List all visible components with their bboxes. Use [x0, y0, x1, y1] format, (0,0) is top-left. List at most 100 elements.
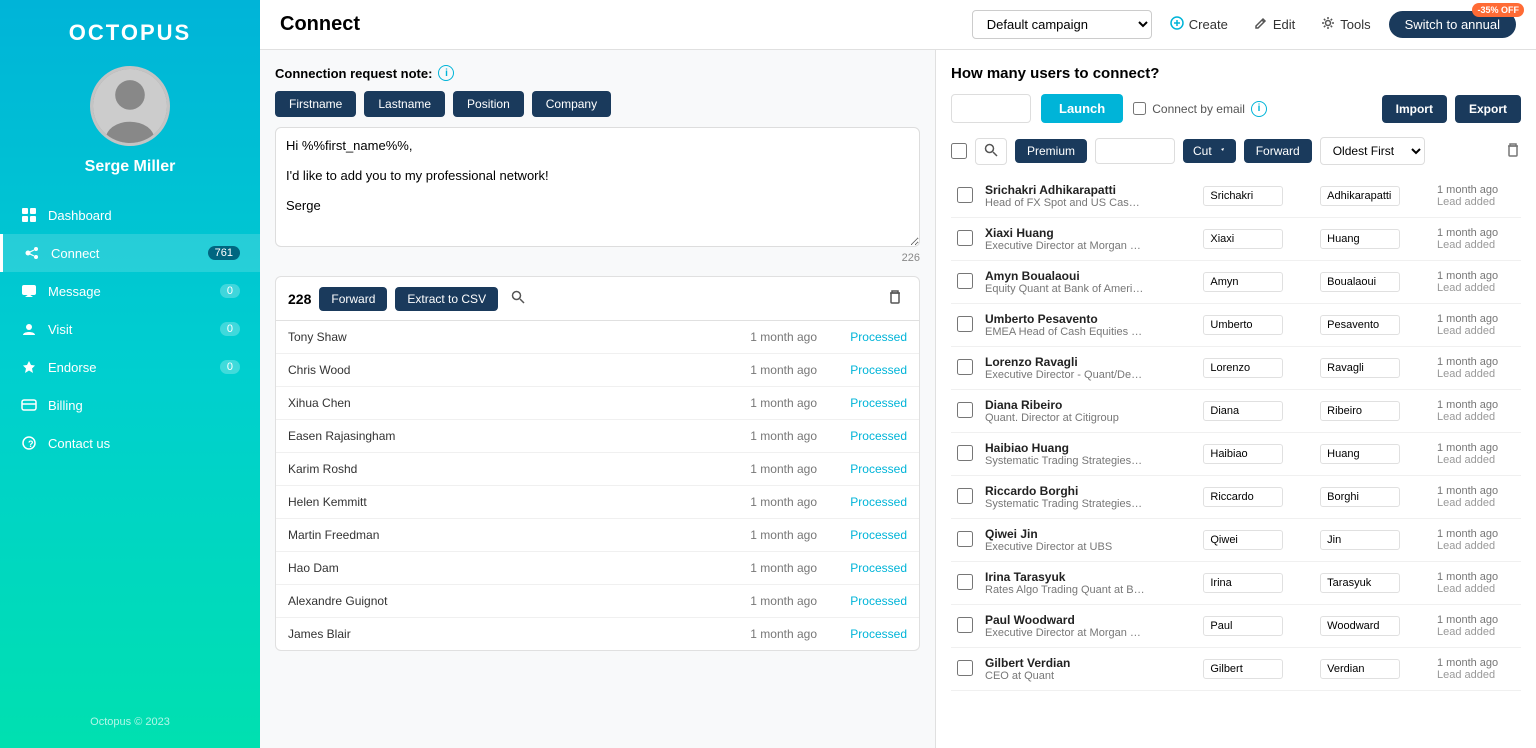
sidebar-item-message[interactable]: Message 0	[0, 272, 260, 310]
lead-name: Riccardo Borghi	[985, 484, 1191, 498]
lead-firstname-input[interactable]	[1203, 487, 1283, 507]
cut-button[interactable]: Cut	[1183, 139, 1236, 163]
export-button[interactable]: Export	[1455, 95, 1521, 123]
lead-lastname-input[interactable]	[1320, 444, 1400, 464]
queue-row: James Blair1 month agoProcessed	[276, 618, 919, 650]
extract-csv-button[interactable]: Extract to CSV	[395, 287, 498, 311]
edit-icon	[1254, 16, 1268, 33]
company-tag-button[interactable]: Company	[532, 91, 611, 117]
lead-checkbox[interactable]	[957, 617, 973, 633]
import-button[interactable]: Import	[1382, 95, 1447, 123]
forward-leads-button[interactable]: Forward	[1244, 139, 1312, 163]
lead-firstname-input[interactable]	[1203, 659, 1283, 679]
sidebar-item-label: Visit	[48, 322, 72, 337]
create-button[interactable]: Create	[1162, 11, 1236, 38]
tools-button[interactable]: Tools	[1313, 11, 1378, 38]
right-panel-title: How many users to connect?	[951, 65, 1521, 82]
lead-firstname-input[interactable]	[1203, 401, 1283, 421]
connect-count-input[interactable]	[951, 94, 1031, 123]
lead-status: Lead added	[1437, 626, 1515, 638]
lead-title: Executive Director - Quant/Deriva...	[985, 369, 1145, 381]
premium-filter-button[interactable]: Premium	[1015, 139, 1087, 163]
switch-to-annual-button[interactable]: -35% OFF Switch to annual	[1389, 11, 1516, 38]
lead-lastname-input[interactable]	[1320, 616, 1400, 636]
lead-lastname-input[interactable]	[1320, 229, 1400, 249]
leads-search-button[interactable]	[975, 138, 1007, 165]
lead-status: Lead added	[1437, 497, 1515, 509]
lead-checkbox[interactable]	[957, 574, 973, 590]
queue-row: Helen Kemmitt1 month agoProcessed	[276, 486, 919, 519]
queue-row: Martin Freedman1 month agoProcessed	[276, 519, 919, 552]
sidebar-item-visit[interactable]: Visit 0	[0, 310, 260, 348]
queue-search-button[interactable]	[506, 285, 530, 312]
sidebar-item-contact-us[interactable]: ? Contact us	[0, 424, 260, 462]
lead-firstname-input[interactable]	[1203, 358, 1283, 378]
lead-lastname-input[interactable]	[1320, 272, 1400, 292]
lead-time: 1 month ago	[1437, 528, 1515, 540]
lead-lastname-input[interactable]	[1320, 530, 1400, 550]
lead-firstname-input[interactable]	[1203, 272, 1283, 292]
lead-checkbox[interactable]	[957, 230, 973, 246]
sidebar-item-billing[interactable]: Billing	[0, 386, 260, 424]
message-textarea[interactable]: Hi %%first_name%%, I'd like to add you t…	[275, 127, 920, 247]
lead-status: Lead added	[1437, 669, 1515, 681]
info-icon: i	[438, 65, 454, 81]
queue-table: Tony Shaw1 month agoProcessed Chris Wood…	[275, 321, 920, 651]
lead-firstname-input[interactable]	[1203, 616, 1283, 636]
message-badge: 0	[220, 284, 240, 298]
info-email-icon: i	[1251, 101, 1267, 117]
connect-icon	[23, 244, 41, 262]
lead-name: Qiwei Jin	[985, 527, 1191, 541]
lastname-tag-button[interactable]: Lastname	[364, 91, 445, 117]
lead-lastname-input[interactable]	[1320, 487, 1400, 507]
queue-delete-button[interactable]	[883, 285, 907, 312]
position-tag-button[interactable]: Position	[453, 91, 524, 117]
edit-button[interactable]: Edit	[1246, 11, 1303, 38]
lead-firstname-input[interactable]	[1203, 315, 1283, 335]
select-all-checkbox[interactable]	[951, 143, 967, 159]
lead-name: Xiaxi Huang	[985, 226, 1191, 240]
filter-text-input[interactable]	[1095, 138, 1175, 164]
launch-button[interactable]: Launch	[1041, 94, 1123, 123]
lead-lastname-input[interactable]	[1320, 315, 1400, 335]
sidebar-item-endorse[interactable]: Endorse 0	[0, 348, 260, 386]
connect-by-email-checkbox[interactable]	[1133, 102, 1146, 115]
lead-checkbox[interactable]	[957, 488, 973, 504]
lead-title: CEO at Quant	[985, 670, 1145, 682]
lead-firstname-input[interactable]	[1203, 530, 1283, 550]
lead-lastname-input[interactable]	[1320, 358, 1400, 378]
tag-buttons: Firstname Lastname Position Company	[275, 91, 920, 117]
lead-lastname-input[interactable]	[1320, 186, 1400, 206]
lead-checkbox[interactable]	[957, 273, 973, 289]
sidebar: OCTOPUS Serge Miller Dashboard Connect 7…	[0, 0, 260, 748]
sort-select[interactable]: Oldest First Newest First	[1320, 137, 1425, 165]
message-icon	[20, 282, 38, 300]
lead-time: 1 month ago	[1437, 485, 1515, 497]
campaign-select[interactable]: Default campaign	[972, 10, 1152, 39]
lead-title: Systematic Trading Strategies at G...	[985, 498, 1145, 510]
visit-icon	[20, 320, 38, 338]
lead-checkbox[interactable]	[957, 187, 973, 203]
lead-lastname-input[interactable]	[1320, 659, 1400, 679]
forward-queue-button[interactable]: Forward	[319, 287, 387, 311]
lead-checkbox[interactable]	[957, 445, 973, 461]
lead-checkbox[interactable]	[957, 402, 973, 418]
lead-lastname-input[interactable]	[1320, 401, 1400, 421]
sidebar-item-dashboard[interactable]: Dashboard	[0, 196, 260, 234]
lead-firstname-input[interactable]	[1203, 444, 1283, 464]
lead-checkbox[interactable]	[957, 660, 973, 676]
lead-firstname-input[interactable]	[1203, 229, 1283, 249]
lead-checkbox[interactable]	[957, 359, 973, 375]
lead-checkbox[interactable]	[957, 316, 973, 332]
lead-firstname-input[interactable]	[1203, 573, 1283, 593]
firstname-tag-button[interactable]: Firstname	[275, 91, 356, 117]
sidebar-item-connect[interactable]: Connect 761	[0, 234, 260, 272]
leads-trash-button[interactable]	[1505, 142, 1521, 161]
lead-checkbox[interactable]	[957, 531, 973, 547]
lead-name: Gilbert Verdian	[985, 656, 1191, 670]
lead-firstname-input[interactable]	[1203, 186, 1283, 206]
lead-time: 1 month ago	[1437, 184, 1515, 196]
lead-status: Lead added	[1437, 325, 1515, 337]
contact-icon: ?	[20, 434, 38, 452]
lead-lastname-input[interactable]	[1320, 573, 1400, 593]
